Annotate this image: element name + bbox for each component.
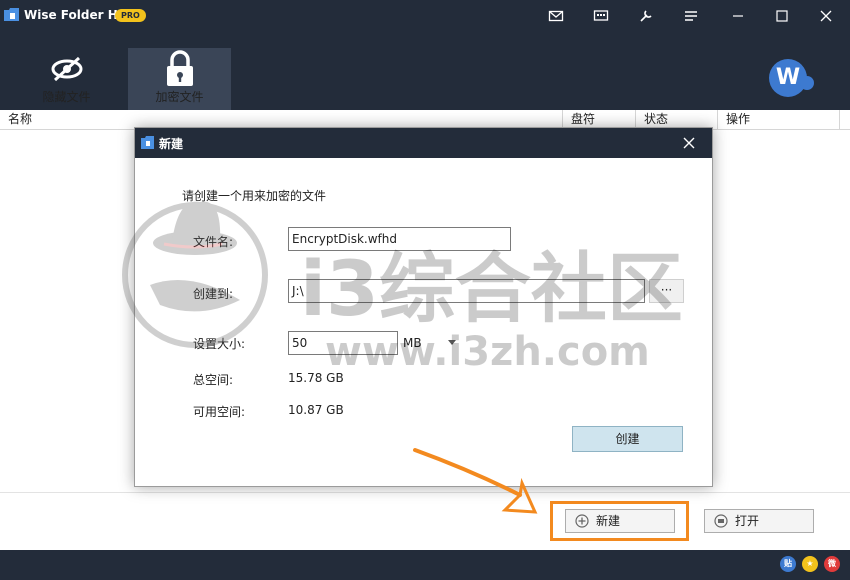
dialog-title-bar: 新建 xyxy=(135,128,712,158)
status-bar: 贴 ★ 微 xyxy=(0,550,850,580)
browse-button[interactable]: ··· xyxy=(649,279,684,303)
create-in-field[interactable]: J:\ xyxy=(288,279,645,303)
title-bar: Wise Folder Hider PRO xyxy=(0,0,850,32)
avatar-status-dot xyxy=(800,76,814,90)
size-unit-value: MB xyxy=(403,336,422,350)
new-encrypted-file-dialog: 新建 请创建一个用来加密的文件 文件名: EncryptDisk.wfhd 创建… xyxy=(134,127,713,487)
dialog-logo-icon xyxy=(141,136,154,149)
total-space-value: 15.78 GB xyxy=(288,371,344,385)
close-icon[interactable] xyxy=(815,6,837,26)
app-logo-icon xyxy=(4,8,19,21)
tab-encrypt-files-label: 加密文件 xyxy=(155,90,204,104)
tab-hide-files[interactable]: 隐藏文件 xyxy=(15,48,118,110)
column-actions[interactable]: 操作 xyxy=(718,110,840,129)
mail-icon[interactable] xyxy=(548,8,564,24)
size-unit-select[interactable]: MB xyxy=(400,332,460,354)
maximize-icon[interactable] xyxy=(771,6,793,26)
star-icon[interactable]: ★ xyxy=(802,556,818,572)
dialog-title: 新建 xyxy=(159,137,184,151)
hidden-eye-icon xyxy=(51,56,82,82)
create-in-label: 创建到: xyxy=(193,287,234,301)
create-button[interactable]: 创建 xyxy=(572,426,683,452)
menu-icon[interactable] xyxy=(683,8,699,24)
total-space-label: 总空间: xyxy=(193,373,234,387)
tools-icon[interactable] xyxy=(638,8,654,24)
free-space-value: 10.87 GB xyxy=(288,403,344,417)
weibo-icon[interactable]: 微 xyxy=(824,556,840,572)
file-name-label: 文件名: xyxy=(193,235,234,249)
tab-encrypt-files[interactable]: 加密文件 xyxy=(128,48,231,110)
open-button[interactable]: 打开 xyxy=(704,509,814,533)
dialog-prompt: 请创建一个用来加密的文件 xyxy=(182,189,327,203)
tab-hide-files-label: 隐藏文件 xyxy=(42,90,91,104)
new-button-highlight xyxy=(550,501,689,541)
chevron-down-icon xyxy=(448,340,456,345)
open-button-label: 打开 xyxy=(735,514,760,528)
vk-icon[interactable]: 贴 xyxy=(780,556,796,572)
free-space-label: 可用空间: xyxy=(193,405,246,419)
size-label: 设置大小: xyxy=(193,337,246,351)
pro-badge: PRO xyxy=(115,9,146,22)
file-name-field[interactable]: EncryptDisk.wfhd xyxy=(288,227,511,251)
feedback-icon[interactable] xyxy=(593,8,609,24)
open-circle-icon xyxy=(714,514,728,528)
main-toolbar: 隐藏文件 加密文件 xyxy=(0,32,850,110)
size-field[interactable]: 50 xyxy=(288,331,398,355)
padlock-icon xyxy=(166,50,193,86)
dialog-close-icon[interactable] xyxy=(681,135,697,151)
minimize-icon[interactable] xyxy=(727,6,749,26)
